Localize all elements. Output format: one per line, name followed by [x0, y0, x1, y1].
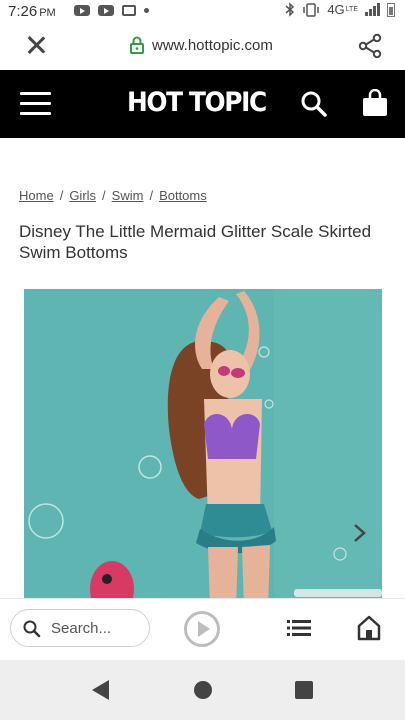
more-notifications-icon: [144, 8, 149, 13]
hot-topic-logo[interactable]: HOT TOPIC: [127, 87, 267, 118]
youtube-icon: [74, 5, 90, 16]
breadcrumb-swim[interactable]: Swim: [112, 188, 144, 203]
lock-icon: [130, 36, 144, 54]
product-title: Disney The Little Mermaid Glitter Scale …: [19, 222, 372, 262]
address-field[interactable]: www.hottopic.com: [130, 36, 273, 54]
chevron-right-icon[interactable]: [348, 522, 370, 544]
recent-apps-button[interactable]: [295, 681, 313, 699]
signal-icon: [365, 3, 380, 16]
screenshot-icon: [122, 5, 136, 16]
breadcrumb-bottoms[interactable]: Bottoms: [159, 188, 207, 203]
search-icon[interactable]: [300, 90, 328, 118]
search-icon: [23, 620, 41, 638]
system-icons: 4G LTE: [285, 2, 395, 17]
site-header: HOT TOPIC: [0, 70, 405, 138]
status-time: 7:26 PM: [8, 3, 56, 20]
search-input[interactable]: Search...: [10, 609, 150, 647]
close-icon[interactable]: [22, 32, 50, 60]
play-icon[interactable]: [184, 611, 220, 647]
product-image[interactable]: [24, 289, 382, 609]
home-button[interactable]: [194, 681, 212, 699]
back-icon[interactable]: [92, 680, 109, 700]
vibrate-icon: [303, 2, 320, 17]
breadcrumb: Home / Girls / Swim / Bottoms: [19, 188, 207, 203]
bluetooth-icon: [285, 2, 295, 17]
breadcrumb-girls[interactable]: Girls: [69, 188, 96, 203]
home-icon[interactable]: [357, 615, 381, 641]
url-text: www.hottopic.com: [152, 36, 273, 54]
shopping-bag-icon[interactable]: [362, 89, 388, 117]
browser-url-bar: www.hottopic.com: [0, 24, 405, 70]
notification-icons: [74, 5, 149, 16]
bottom-toolbar: Search...: [0, 598, 405, 660]
lte-label: LTE: [345, 6, 358, 13]
breadcrumb-home[interactable]: Home: [19, 188, 54, 203]
network-type: 4G: [327, 2, 345, 17]
list-icon[interactable]: [287, 619, 311, 637]
search-placeholder: Search...: [51, 620, 112, 637]
share-icon[interactable]: [357, 33, 383, 59]
android-nav-bar: [0, 660, 405, 720]
menu-icon[interactable]: [20, 92, 51, 116]
battery-icon: [387, 2, 395, 17]
product-photo: [24, 289, 382, 609]
status-bar: 7:26 PM 4G LTE: [0, 0, 405, 24]
youtube-icon: [98, 5, 114, 16]
